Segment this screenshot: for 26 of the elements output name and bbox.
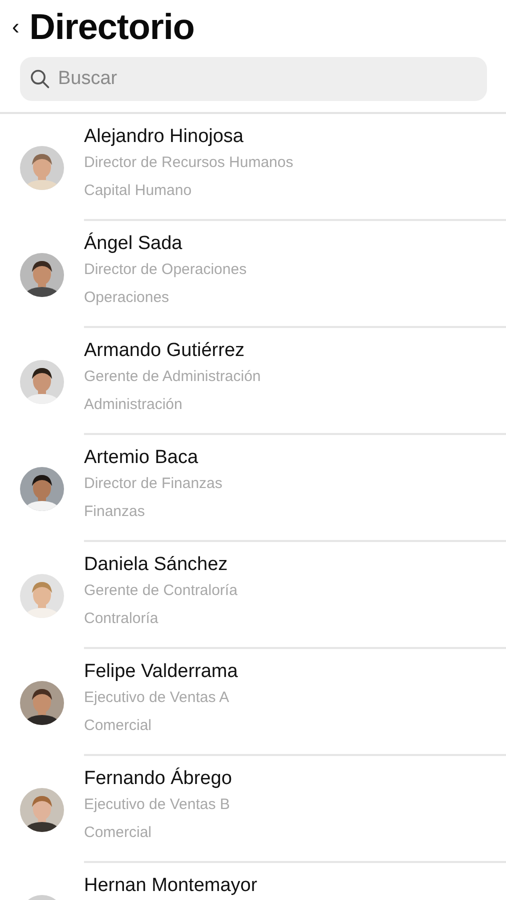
contact-department: Comercial (84, 823, 153, 843)
contact-name[interactable]: Alejandro Hinojosa (84, 125, 506, 149)
contact-name[interactable]: Hernan Montemayor (84, 874, 506, 898)
contact-position: Director de Operaciones (84, 260, 248, 280)
contact-position: Ejecutivo de Ventas A (84, 688, 230, 708)
contact-name[interactable]: Daniela Sánchez (84, 553, 506, 577)
contact-name[interactable]: Armando Gutiérrez (84, 339, 506, 363)
back-button[interactable]: ‹ (10, 16, 22, 38)
search-field[interactable]: Buscar (20, 57, 487, 101)
contact-department: Administración (84, 395, 184, 415)
contact-position: Gerente de Administración (84, 367, 262, 387)
contact-name[interactable]: Ángel Sada (84, 232, 506, 256)
contact-department: Contraloría (84, 609, 160, 629)
contact-name[interactable]: Artemio Baca (84, 446, 506, 470)
search-icon (29, 68, 51, 90)
contact-position: Gerente de Contraloría (84, 581, 238, 601)
contact-position: Director de Recursos Humanos (84, 153, 294, 173)
contact-department: Comercial (84, 716, 153, 736)
contact-department: Capital Humano (84, 181, 193, 201)
contact-position: Ejecutivo de Ventas B (84, 795, 231, 815)
contact-department: Operaciones (84, 288, 170, 308)
contact-name[interactable]: Felipe Valderrama (84, 660, 506, 684)
contact-department: Finanzas (84, 502, 146, 522)
contact-name[interactable]: Fernando Ábrego (84, 767, 506, 791)
contact-position: Director de Finanzas (84, 474, 224, 494)
page-title: Directorio (29, 6, 194, 48)
